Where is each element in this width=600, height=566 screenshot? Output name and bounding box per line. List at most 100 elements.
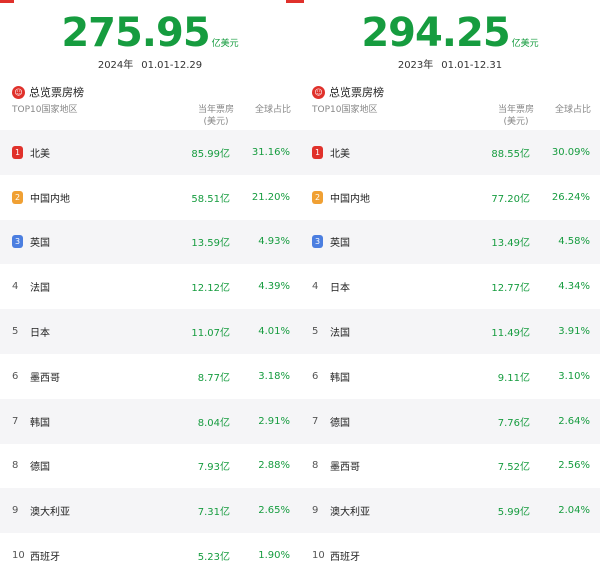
column-header-box-office: 当年票房 (美元): [486, 104, 546, 128]
box-office-value: 11.49亿: [491, 328, 530, 340]
total-unit: 亿美元: [211, 39, 239, 49]
box-office-value: 7.76亿: [497, 417, 530, 429]
global-share-value: 31.16%: [251, 146, 290, 158]
ranking-row[interactable]: 8 墨西哥 7.52亿 2.56%: [300, 444, 600, 489]
global-share-value: 2.91%: [258, 415, 290, 427]
box-office-value: 88.55亿: [491, 148, 530, 160]
box-office-value: 77.20亿: [491, 193, 530, 205]
region-name: 墨西哥: [30, 372, 60, 384]
global-share-value: 4.34%: [558, 281, 590, 293]
section-header: ☺ 总览票房榜: [312, 84, 384, 100]
global-share-value: 4.93%: [258, 236, 290, 248]
ranking-row[interactable]: 3 英国 13.59亿 4.93%: [0, 219, 300, 265]
box-office-value: 7.52亿: [497, 462, 530, 474]
ticket-icon: ☺: [12, 85, 25, 99]
box-office-value: 9.11亿: [497, 372, 530, 384]
ranking-row[interactable]: 7 韩国 8.04亿 2.91%: [0, 398, 300, 444]
global-share-value: 2.04%: [558, 505, 590, 517]
section-title: 总览票房榜: [329, 86, 384, 99]
column-header-share: 全球占比: [554, 105, 591, 115]
box-office-value: 11.07亿: [191, 328, 230, 340]
region-name: 西班牙: [30, 552, 60, 564]
global-share-value: 3.18%: [258, 370, 290, 382]
column-header-box-office: 当年票房 (美元): [186, 104, 246, 128]
box-office-value: 58.51亿: [191, 193, 230, 205]
ranking-row[interactable]: 3 英国 13.49亿 4.58%: [300, 219, 600, 265]
total-box-office: 275.95 亿美元: [0, 10, 300, 56]
ticket-icon: ☺: [312, 85, 325, 99]
ranking-list: 1 北美 85.99亿 31.16% 2 中国内地 58.51亿 21.20% …: [0, 130, 300, 566]
period: 2024年 01.01-12.29: [0, 56, 300, 71]
column-header-share: 全球占比: [254, 105, 291, 115]
ranking-row[interactable]: 7 德国 7.76亿 2.64%: [300, 398, 600, 444]
panel-2023: 294.25 亿美元 2023年 01.01-12.31 ☺ 总览票房榜 TOP10…: [300, 0, 600, 566]
box-office-value: 12.77亿: [491, 283, 530, 295]
box-office-value: 13.59亿: [191, 238, 230, 250]
global-share-value: 2.88%: [258, 460, 290, 472]
ranking-row[interactable]: 6 韩国 9.11亿 3.10%: [300, 354, 600, 399]
global-share-value: 26.24%: [551, 191, 590, 203]
ranking-row[interactable]: 4 法国 12.12亿 4.39%: [0, 264, 300, 309]
global-share-value: 2.56%: [558, 460, 590, 472]
global-share-value: 2.65%: [258, 505, 290, 517]
box-office-value: 8.04亿: [197, 417, 230, 429]
rank-badge: 2: [12, 190, 23, 204]
top-accent-bar: [0, 0, 14, 3]
global-share-value: 2.64%: [558, 415, 590, 427]
ranking-row[interactable]: 1 北美 88.55亿 30.09%: [300, 130, 600, 175]
column-header-box-office-line2: (美元): [503, 117, 529, 127]
box-office-value: 5.23亿: [197, 552, 230, 564]
column-header-region: TOP10国家地区: [12, 105, 78, 115]
column-header-box-office-line1: 当年票房: [197, 105, 234, 115]
ranking-row[interactable]: 1 北美 85.99亿 31.16%: [0, 130, 300, 175]
page: 275.95 亿美元 2024年 01.01-12.29 ☺ 总览票房榜 TOP10…: [0, 0, 600, 566]
global-share-value: 1.90%: [258, 550, 290, 562]
ranking-row[interactable]: 10 西班牙: [300, 533, 600, 566]
global-share-value: 3.10%: [558, 370, 590, 382]
box-office-value: 12.12亿: [191, 283, 230, 295]
top-accent-bar: [286, 0, 300, 3]
ranking-row[interactable]: 5 法国 11.49亿 3.91%: [300, 309, 600, 354]
region-name: 日本: [30, 328, 50, 340]
ranking-row[interactable]: 4 日本 12.77亿 4.34%: [300, 264, 600, 309]
region-name: 法国: [330, 328, 350, 340]
region-name: 北美: [30, 148, 50, 160]
region-name: 中国内地: [330, 193, 370, 205]
total-box-office: 294.25 亿美元: [300, 10, 600, 56]
ranking-row[interactable]: 8 德国 7.93亿 2.88%: [0, 444, 300, 489]
region-name: 韩国: [330, 372, 350, 384]
rank-badge: 1: [312, 145, 323, 159]
total-unit: 亿美元: [511, 39, 539, 49]
region-name: 日本: [330, 283, 350, 295]
ranking-row[interactable]: 6 墨西哥 8.77亿 3.18%: [0, 354, 300, 399]
rank-badge: 3: [12, 235, 23, 249]
ranking-row[interactable]: 10 西班牙 5.23亿 1.90%: [0, 533, 300, 566]
region-name: 澳大利亚: [30, 507, 70, 519]
period-year: 2023年: [397, 60, 434, 71]
box-office-value: 8.77亿: [197, 372, 230, 384]
global-share-value: 30.09%: [551, 146, 590, 158]
column-header-region: TOP10国家地区: [312, 105, 378, 115]
column-header-box-office-line1: 当年票房: [497, 105, 534, 115]
region-name: 德国: [30, 462, 50, 474]
box-office-value: 5.99亿: [497, 507, 530, 519]
region-name: 英国: [330, 238, 350, 250]
region-name: 韩国: [30, 417, 50, 429]
global-share-value: 21.20%: [251, 191, 290, 203]
ranking-row[interactable]: 2 中国内地 77.20亿 26.24%: [300, 175, 600, 220]
region-name: 中国内地: [30, 193, 70, 205]
ranking-row[interactable]: 9 澳大利亚 7.31亿 2.65%: [0, 488, 300, 534]
ranking-row[interactable]: 5 日本 11.07亿 4.01%: [0, 309, 300, 354]
ranking-row[interactable]: 9 澳大利亚 5.99亿 2.04%: [300, 488, 600, 534]
box-office-value: 13.49亿: [491, 238, 530, 250]
region-name: 北美: [330, 148, 350, 160]
ranking-row[interactable]: 2 中国内地 58.51亿 21.20%: [0, 175, 300, 220]
rank-badge: 2: [312, 190, 323, 204]
rank-badge: 3: [312, 235, 323, 249]
total-value: 294.25: [361, 10, 510, 56]
box-office-value: 85.99亿: [191, 148, 230, 160]
global-share-value: 4.39%: [258, 281, 290, 293]
rank-badge: 1: [12, 145, 23, 159]
period-year: 2024年: [97, 60, 134, 71]
region-name: 西班牙: [330, 552, 360, 564]
